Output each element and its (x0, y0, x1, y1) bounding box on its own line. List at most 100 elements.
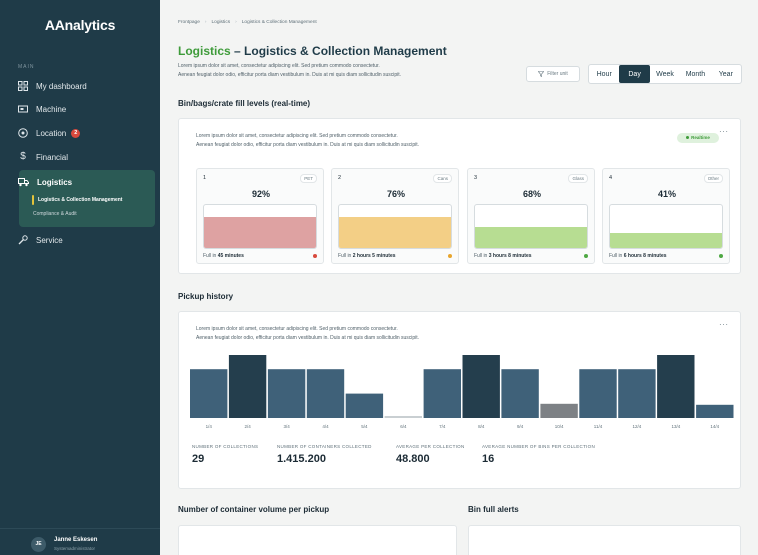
bin-status-dot (719, 254, 723, 258)
sidebar-section-label: MAIN (18, 64, 35, 70)
sidebar-item-service[interactable]: Service (0, 229, 160, 251)
chart-bar[interactable] (657, 355, 695, 418)
chart-x-tick-label: 12/4 (633, 424, 642, 429)
bin-full-alerts-heading: Bin full alerts (468, 505, 519, 514)
bin-status-dot (313, 254, 317, 258)
bin-type-tag: PET (300, 174, 317, 183)
bin-fill-gauge (338, 204, 452, 249)
bin-fill-gauge (609, 204, 723, 249)
period-year[interactable]: Year (711, 65, 741, 83)
chart-bar[interactable] (190, 369, 228, 418)
dashboard-grid-icon (18, 81, 28, 91)
sidebar-item-financial[interactable]: $ Financial (0, 146, 160, 168)
pickup-history-heading: Pickup history (178, 292, 234, 301)
sidebar-item-label: My dashboard (36, 81, 87, 91)
more-options-icon[interactable]: ··· (719, 127, 729, 136)
bin-fill-bar (339, 217, 451, 248)
more-options-icon[interactable]: ··· (719, 320, 729, 329)
card-description: Lorem ipsum dolor sit amet, consectetur … (196, 325, 526, 343)
chart-bar[interactable] (345, 393, 384, 418)
app-logo: AAnalytics (44, 17, 116, 33)
chart-x-tick-label: 2/4 (244, 424, 251, 429)
sidebar-item-label: Logistics (37, 177, 73, 187)
chart-bar[interactable] (462, 355, 500, 418)
period-month[interactable]: Month (680, 65, 710, 83)
bin-fill-gauge (203, 204, 317, 249)
bin-fill-percent: 76% (386, 189, 405, 199)
sidebar-item-machine[interactable]: Machine (0, 98, 160, 120)
bin-number: 1 (203, 175, 207, 181)
bin-card-1[interactable]: 1 PET 92% Full in 45 minutes (196, 168, 324, 264)
filter-unit-button[interactable]: Filter unit (526, 66, 580, 82)
active-indicator (32, 195, 34, 205)
breadcrumb-item: Logistics & Collection Management (241, 20, 317, 25)
full-in-prefix: Full in (609, 253, 624, 259)
sidebar-subitem-label: Logistics & Collection Management (38, 197, 123, 203)
period-hour[interactable]: Hour (589, 65, 619, 83)
sidebar-item-label: Machine (36, 104, 67, 114)
stat-label: AVERAGE NUMBER OF BINS PER COLLECTION (482, 444, 596, 449)
user-profile[interactable]: JE Janne Eskesen Systemadministrator (0, 528, 160, 555)
pickup-history-chart: 1/4 2/4 3/4 4/4 5/4 6/4 7/4 8/4 9/4 10/4 11/4 12/4 1… (190, 355, 734, 429)
chart-bar[interactable] (501, 369, 539, 418)
bin-card-3[interactable]: 3 Glass 68% Full in 3 hours 8 minutes (467, 168, 595, 264)
realtime-label: Realtime (691, 135, 710, 140)
chart-x-tick-label: 6/4 (400, 424, 407, 429)
page-description-line: Lorem ipsum dolor sit amet, consectetur … (178, 63, 380, 69)
chart-bar[interactable] (579, 369, 617, 418)
period-week[interactable]: Week (650, 65, 680, 83)
stat-label: NUMBER OF COLLECTIONS (192, 444, 259, 449)
page-title: Logistics – Logistics & Collection Manag… (178, 44, 447, 58)
truck-icon (18, 177, 29, 187)
live-dot-icon (686, 136, 690, 140)
location-pin-icon (18, 128, 28, 138)
bin-fill-percent: 92% (251, 189, 270, 199)
card-description-line: Aenean feugiat dolor odio, efficitur por… (196, 335, 420, 341)
page-description-line: Aenean feugiat dolor odio, efficitur por… (178, 72, 402, 78)
chart-bar[interactable] (384, 416, 422, 418)
chart-x-tick-label: 4/4 (322, 424, 329, 429)
card-description: Lorem ipsum dolor sit amet, consectetur … (196, 132, 526, 150)
user-name: Janne Eskesen (54, 537, 98, 543)
bin-fill-percent: 41% (657, 189, 676, 199)
sidebar-item-label: Service (36, 235, 63, 245)
sidebar-subitem-compliance-audit[interactable]: Compliance & Audit (33, 211, 77, 217)
chart-x-tick-label: 9/4 (517, 424, 524, 429)
sidebar-item-my-dashboard[interactable]: My dashboard (0, 75, 160, 97)
chart-bar[interactable] (618, 369, 656, 418)
chart-x-tick-label: 5/4 (361, 424, 368, 429)
full-in-time: 2 hours 5 minutes (352, 253, 396, 259)
stat-label: AVERAGE PER COLLECTION (396, 444, 465, 449)
chart-bar[interactable] (267, 369, 306, 418)
chart-x-tick-label: 8/4 (478, 424, 485, 429)
bin-number: 2 (338, 175, 342, 181)
wrench-icon (18, 235, 28, 245)
sidebar-item-logistics[interactable]: Logistics (18, 177, 72, 187)
realtime-badge: Realtime (677, 133, 719, 143)
bin-fill-percent: 68% (522, 189, 541, 199)
bin-card-4[interactable]: 4 Other 41% Full in 6 hours 8 minutes (602, 168, 730, 264)
breadcrumb-separator: › (235, 20, 237, 25)
card-description-line: Lorem ipsum dolor sit amet, consectetur … (196, 133, 398, 139)
bin-card-2[interactable]: 2 Cans 76% Full in 2 hours 5 minutes (331, 168, 459, 264)
chart-bar[interactable] (228, 355, 267, 418)
bin-full-alerts-card (468, 525, 741, 555)
sidebar-subitem-logistics-collection[interactable]: Logistics & Collection Management (32, 195, 152, 205)
bin-number: 4 (609, 175, 613, 181)
sidebar-item-location[interactable]: Location 2 (0, 122, 160, 144)
chart-bar[interactable] (696, 404, 734, 418)
bin-fill-bar (610, 232, 722, 248)
full-in-prefix: Full in (474, 253, 489, 259)
chart-x-tick-label: 1/4 (206, 424, 213, 429)
bin-type-tag: Other (703, 174, 723, 183)
period-day[interactable]: Day (619, 65, 650, 83)
chart-bar[interactable] (540, 403, 578, 418)
period-selector: Hour Day Week Month Year (588, 64, 742, 84)
breadcrumb-separator: › (204, 20, 207, 25)
chart-bar[interactable] (423, 369, 461, 418)
breadcrumb-item[interactable]: Logistics (211, 20, 230, 25)
breadcrumb-item[interactable]: Frontpage (178, 20, 200, 25)
container-volume-heading: Number of container volume per pickup (178, 505, 330, 514)
sidebar-item-label: Location (36, 128, 67, 138)
chart-bar[interactable] (306, 369, 345, 418)
